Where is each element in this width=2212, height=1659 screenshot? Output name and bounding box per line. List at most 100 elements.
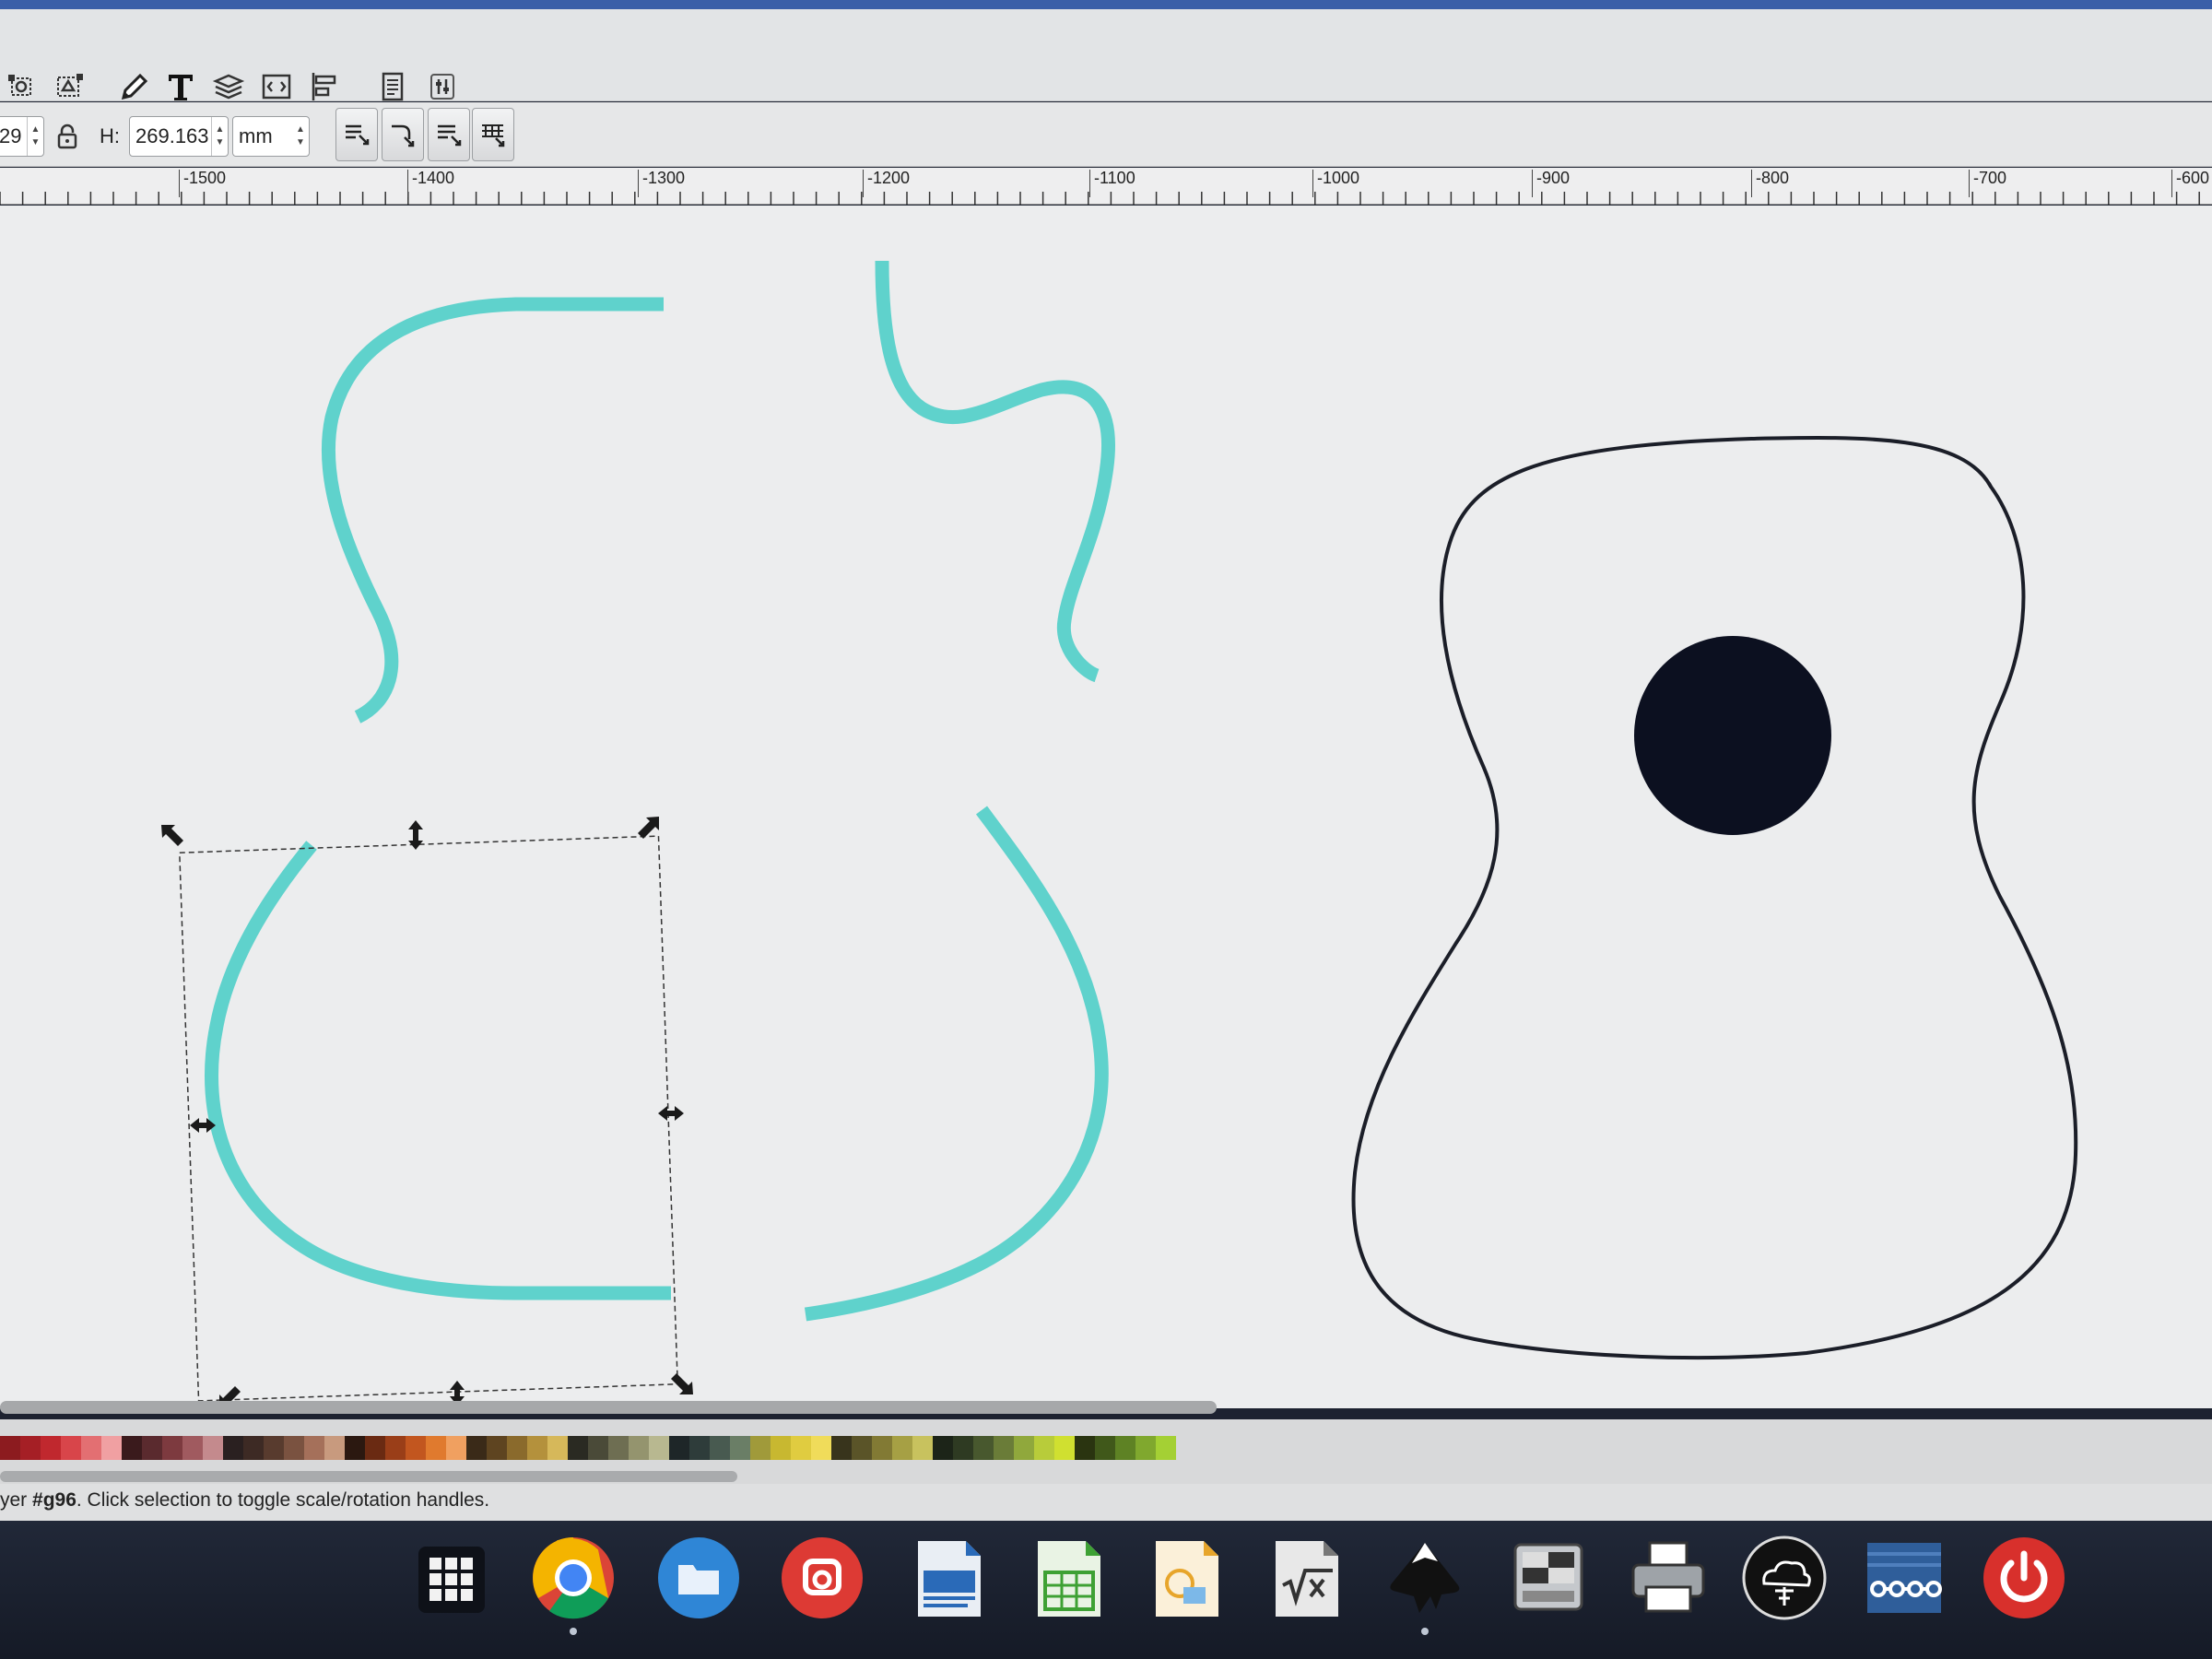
color-swatch[interactable]: [507, 1436, 527, 1460]
cyan-upper-left-bout[interactable]: [321, 297, 664, 724]
palette-swatches[interactable]: [0, 1436, 1176, 1460]
scale-handle-top-left[interactable]: [161, 825, 183, 846]
layers-icon[interactable]: [208, 66, 249, 107]
color-swatch[interactable]: [1014, 1436, 1034, 1460]
cyan-upper-right-bout[interactable]: [875, 260, 1115, 683]
color-swatch[interactable]: [994, 1436, 1014, 1460]
color-swatch[interactable]: [20, 1436, 41, 1460]
color-swatch[interactable]: [81, 1436, 101, 1460]
color-swatch[interactable]: [0, 1436, 20, 1460]
color-swatch[interactable]: [264, 1436, 284, 1460]
scale-stroke-toggle[interactable]: [335, 108, 378, 161]
unit-dropdown-icon[interactable]: ▲ ▼: [292, 117, 309, 156]
color-swatch[interactable]: [446, 1436, 466, 1460]
color-swatch[interactable]: [41, 1436, 61, 1460]
drawing-canvas[interactable]: [0, 206, 2212, 1408]
inkscape-icon[interactable]: [1379, 1532, 1471, 1635]
align-distribute-icon[interactable]: [304, 66, 345, 107]
text-tool-icon[interactable]: [160, 66, 201, 107]
scale-handle-bottom-right[interactable]: [671, 1373, 693, 1394]
display-settings-icon[interactable]: [1502, 1532, 1594, 1624]
color-swatch[interactable]: [162, 1436, 182, 1460]
math-icon[interactable]: [1259, 1532, 1351, 1624]
color-swatch[interactable]: [771, 1436, 791, 1460]
printer-icon[interactable]: [1622, 1532, 1714, 1624]
color-swatch[interactable]: [912, 1436, 933, 1460]
color-swatch[interactable]: [730, 1436, 750, 1460]
color-swatch[interactable]: [243, 1436, 264, 1460]
cloud-app-icon[interactable]: [1738, 1532, 1830, 1624]
color-swatch[interactable]: [284, 1436, 304, 1460]
width-spin-arrows-icon[interactable]: ▲ ▼: [27, 117, 43, 156]
height-spin-arrows-icon[interactable]: ▲ ▼: [211, 117, 228, 156]
color-swatch[interactable]: [1135, 1436, 1156, 1460]
lock-icon[interactable]: [55, 123, 79, 150]
red-app-icon[interactable]: [776, 1532, 868, 1624]
chrome-icon[interactable]: [527, 1532, 619, 1635]
color-swatch[interactable]: [852, 1436, 872, 1460]
color-swatch[interactable]: [933, 1436, 953, 1460]
color-swatch[interactable]: [1115, 1436, 1135, 1460]
move-patterns-toggle[interactable]: [472, 108, 514, 161]
color-swatch[interactable]: [953, 1436, 973, 1460]
horizontal-ruler[interactable]: -1500 -1400 -1300 -1200 -1100 -1000 -900…: [0, 168, 2212, 205]
color-swatch[interactable]: [101, 1436, 122, 1460]
color-swatch[interactable]: [385, 1436, 406, 1460]
color-swatch[interactable]: [973, 1436, 994, 1460]
color-swatch[interactable]: [669, 1436, 689, 1460]
color-swatch[interactable]: [791, 1436, 811, 1460]
color-swatch[interactable]: [142, 1436, 162, 1460]
color-swatch[interactable]: [487, 1436, 507, 1460]
scale-corners-toggle[interactable]: [382, 108, 424, 161]
color-swatch[interactable]: [223, 1436, 243, 1460]
height-spinbox[interactable]: 269.163 ▲ ▼: [129, 116, 229, 157]
scale-handle-mid-right[interactable]: [658, 1106, 684, 1121]
cyan-lower-left-bout[interactable]: [205, 841, 671, 1300]
color-swatch[interactable]: [527, 1436, 547, 1460]
color-swatch[interactable]: [466, 1436, 487, 1460]
color-swatch[interactable]: [568, 1436, 588, 1460]
color-swatch[interactable]: [324, 1436, 345, 1460]
cyan-lower-right-bout[interactable]: [804, 806, 1109, 1322]
preferences-icon[interactable]: [422, 66, 463, 107]
color-swatch[interactable]: [547, 1436, 568, 1460]
power-icon[interactable]: [1978, 1532, 2070, 1624]
color-swatch[interactable]: [872, 1436, 892, 1460]
color-swatch[interactable]: [1156, 1436, 1176, 1460]
network-app-icon[interactable]: [1858, 1532, 1950, 1624]
color-swatch[interactable]: [649, 1436, 669, 1460]
color-swatch[interactable]: [629, 1436, 649, 1460]
edit-document-icon[interactable]: [114, 66, 155, 107]
draw-icon[interactable]: [1139, 1532, 1231, 1624]
guitar-body-outline[interactable]: [1351, 435, 2078, 1359]
transform-node-icon[interactable]: [48, 66, 88, 107]
node-select-icon[interactable]: [2, 66, 42, 107]
color-swatch[interactable]: [122, 1436, 142, 1460]
color-swatch[interactable]: [608, 1436, 629, 1460]
color-swatch[interactable]: [182, 1436, 203, 1460]
writer-icon[interactable]: [901, 1532, 994, 1624]
color-swatch[interactable]: [1054, 1436, 1075, 1460]
xml-editor-icon[interactable]: [256, 66, 297, 107]
color-swatch[interactable]: [588, 1436, 608, 1460]
color-swatch[interactable]: [831, 1436, 852, 1460]
color-swatch[interactable]: [1034, 1436, 1054, 1460]
move-gradients-toggle[interactable]: [428, 108, 470, 161]
color-swatch[interactable]: [750, 1436, 771, 1460]
color-swatch[interactable]: [61, 1436, 81, 1460]
palette-scrollbar[interactable]: [0, 1471, 737, 1482]
color-swatch[interactable]: [203, 1436, 223, 1460]
color-swatch[interactable]: [689, 1436, 710, 1460]
sound-hole[interactable]: [1634, 636, 1831, 835]
files-icon[interactable]: [653, 1532, 745, 1624]
color-swatch[interactable]: [304, 1436, 324, 1460]
scale-handle-top-right[interactable]: [638, 817, 659, 839]
document-properties-icon[interactable]: [372, 66, 413, 107]
color-swatch[interactable]: [811, 1436, 831, 1460]
launcher-icon[interactable]: [406, 1532, 498, 1624]
horizontal-scrollbar[interactable]: [0, 1401, 1217, 1414]
color-swatch[interactable]: [1075, 1436, 1095, 1460]
color-swatch[interactable]: [345, 1436, 365, 1460]
width-spinbox[interactable]: 29 ▲ ▼: [0, 116, 44, 157]
color-swatch[interactable]: [406, 1436, 426, 1460]
